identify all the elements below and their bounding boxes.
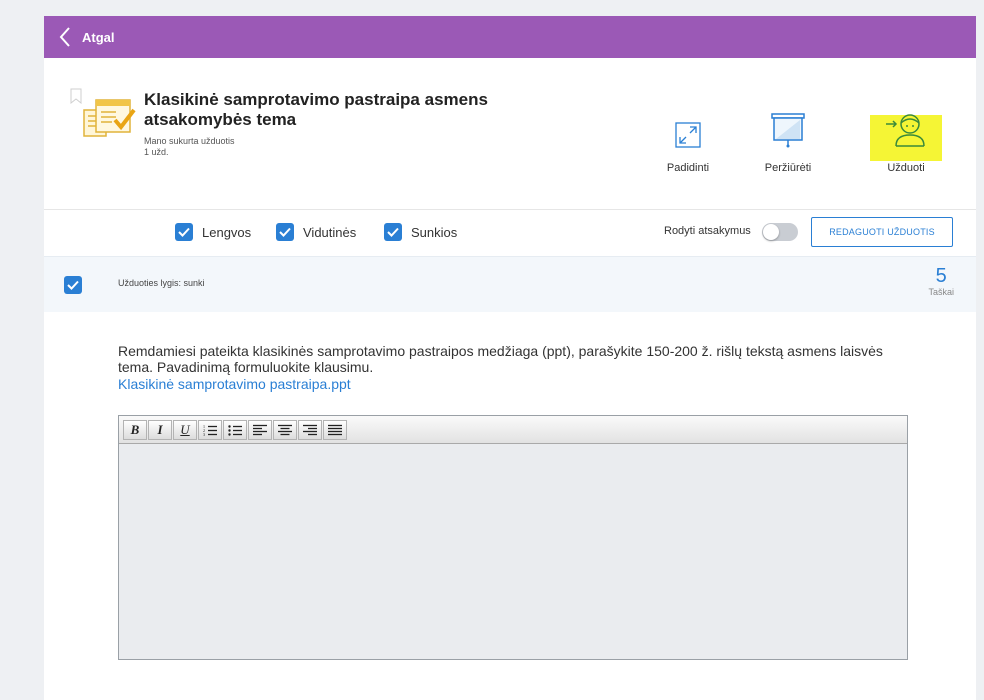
answer-editor: B I U 123 — [118, 415, 908, 660]
checkbox-checked-icon[interactable] — [276, 223, 294, 241]
back-label: Atgal — [82, 29, 115, 45]
underline-icon[interactable]: U — [173, 419, 197, 440]
filter-easy[interactable]: Lengvos — [175, 223, 251, 241]
points-label: Taškai — [928, 287, 954, 297]
bookmark-icon[interactable] — [70, 88, 82, 104]
projector-screen-icon — [771, 113, 805, 148]
task-document-icon — [83, 99, 136, 137]
filter-medium-label: Vidutinės — [303, 224, 357, 240]
filter-hard-label: Sunkios — [411, 224, 458, 240]
task-level-row: Užduoties lygis: sunki 5 Taškai — [44, 256, 976, 312]
task-level: Užduoties lygis: sunki — [118, 278, 205, 288]
ordered-list-icon[interactable]: 123 — [198, 419, 222, 440]
difficulty-filters: Lengvos Vidutinės Sunkios Rodyti atsakym… — [44, 210, 976, 256]
filter-easy-label: Lengvos — [202, 224, 252, 240]
assign-tasks-label: Užduoti — [887, 162, 925, 174]
toggle-knob — [763, 224, 779, 240]
question-text: Remdamiesi pateikta klasikinės samprotav… — [118, 343, 883, 375]
task-title: Klasikinė samprotavimo pastraipa asmens … — [144, 90, 488, 129]
enlarge-label: Padidinti — [666, 162, 710, 174]
back-button[interactable]: Atgal — [44, 16, 115, 58]
assign-user-icon — [886, 114, 925, 147]
align-justify-icon[interactable] — [323, 419, 347, 440]
checkmark-icon — [67, 280, 79, 290]
edit-tasks-button[interactable]: REDAGUOTI UŽDUOTIS — [811, 217, 953, 247]
chevron-left-icon — [59, 27, 70, 47]
task-header: Klasikinė samprotavimo pastraipa asmens … — [44, 58, 976, 208]
filter-hard[interactable]: Sunkios — [384, 223, 457, 241]
task-points: 5 Taškai — [928, 265, 954, 297]
top-bar: Atgal — [44, 16, 976, 58]
attachment-link[interactable]: Klasikinė samprotavimo pastraipa.ppt — [118, 376, 351, 392]
enlarge-button[interactable]: Padidinti — [648, 96, 728, 176]
preview-label: Peržiūrėti — [764, 162, 812, 174]
checkbox-checked-icon[interactable] — [175, 223, 193, 241]
align-left-icon[interactable] — [248, 419, 272, 440]
svg-text:3: 3 — [203, 432, 205, 436]
expand-icon — [675, 122, 701, 148]
bold-icon[interactable]: B — [123, 419, 147, 440]
filter-medium[interactable]: Vidutinės — [276, 223, 356, 241]
checkbox-checked-icon[interactable] — [384, 223, 402, 241]
italic-icon[interactable]: I — [148, 419, 172, 440]
editor-toolbar: B I U 123 — [119, 416, 907, 444]
task-subtitle: Mano sukurta užduotis — [144, 136, 235, 146]
answer-textarea[interactable] — [119, 444, 907, 659]
points-value: 5 — [935, 265, 947, 287]
show-answers-toggle[interactable] — [762, 223, 798, 241]
align-right-icon[interactable] — [298, 419, 322, 440]
task-card: Atgal Klasikinė samprotavimo pastraipa a… — [44, 16, 976, 700]
align-center-icon[interactable] — [273, 419, 297, 440]
show-answers-label: Rodyti atsakymus — [664, 225, 751, 237]
task-count: 1 užd. — [144, 147, 169, 157]
task-select-checkbox[interactable] — [64, 276, 82, 294]
assign-tasks-button[interactable]: Užduoti — [866, 96, 946, 176]
unordered-list-icon[interactable] — [223, 419, 247, 440]
preview-button[interactable]: Peržiūrėti — [748, 96, 828, 176]
